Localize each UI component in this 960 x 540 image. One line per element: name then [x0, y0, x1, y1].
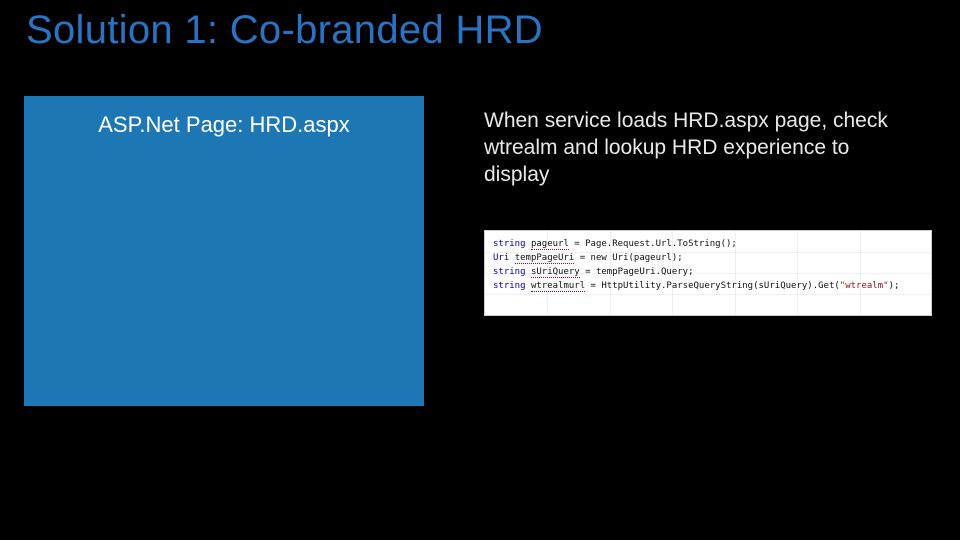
code-snippet: string pageurl = Page.Request.Url.ToStri…	[485, 231, 931, 299]
code-snippet-box: string pageurl = Page.Request.Url.ToStri…	[484, 230, 932, 316]
code-line: string pageurl = Page.Request.Url.ToStri…	[493, 237, 923, 251]
code-line: string wtrealmurl = HttpUtility.ParseQue…	[493, 279, 923, 293]
page-preview-label: ASP.Net Page: HRD.aspx	[24, 96, 424, 138]
code-line: string sUriQuery = tempPageUri.Query;	[493, 265, 923, 279]
slide-title: Solution 1: Co-branded HRD	[26, 8, 543, 53]
page-preview-box: ASP.Net Page: HRD.aspx	[24, 96, 424, 406]
code-line: Uri tempPageUri = new Uri(pageurl);	[493, 251, 923, 265]
description-text: When service loads HRD.aspx page, check …	[484, 108, 904, 189]
